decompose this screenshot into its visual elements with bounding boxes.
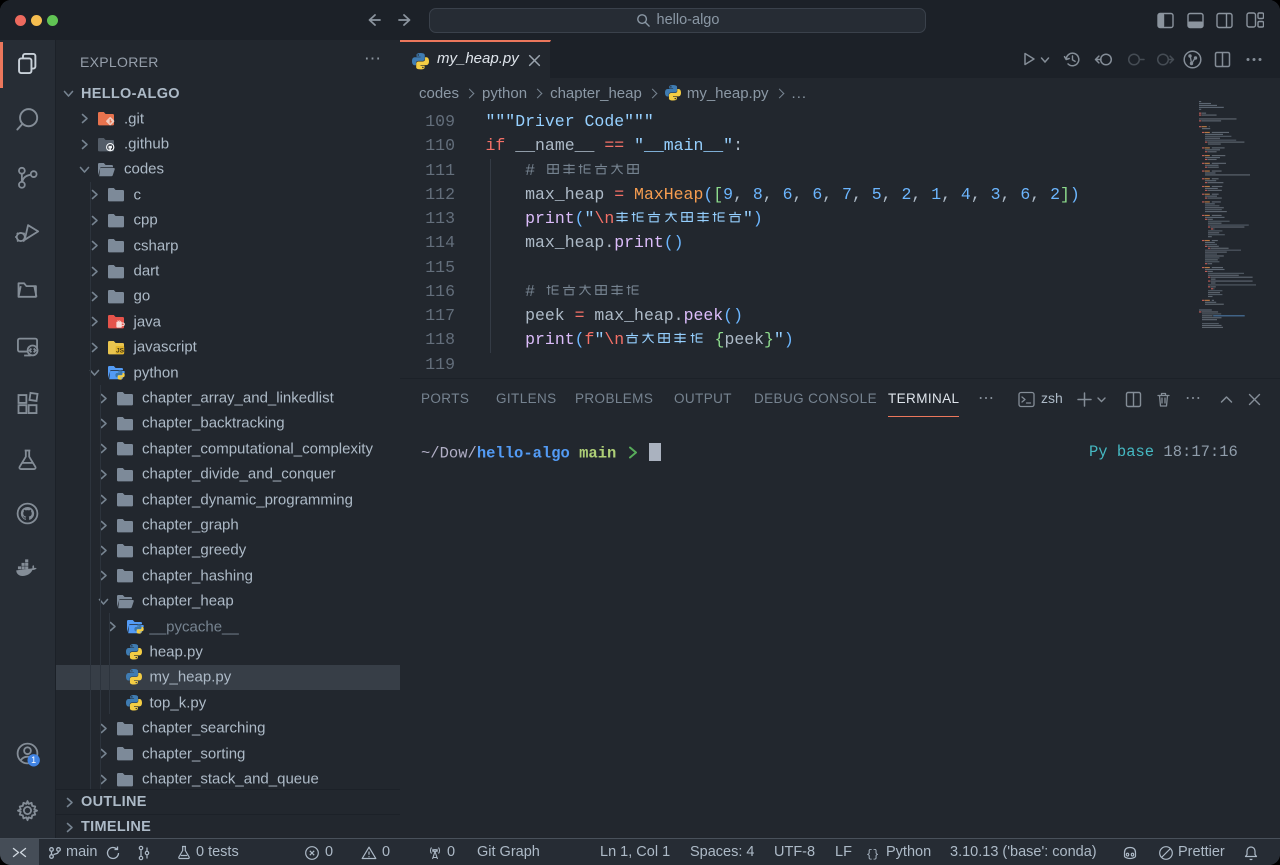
- svg-text:{}: {}: [866, 849, 879, 861]
- svg-text:JS: JS: [115, 347, 124, 354]
- svg-text:1: 1: [31, 755, 36, 765]
